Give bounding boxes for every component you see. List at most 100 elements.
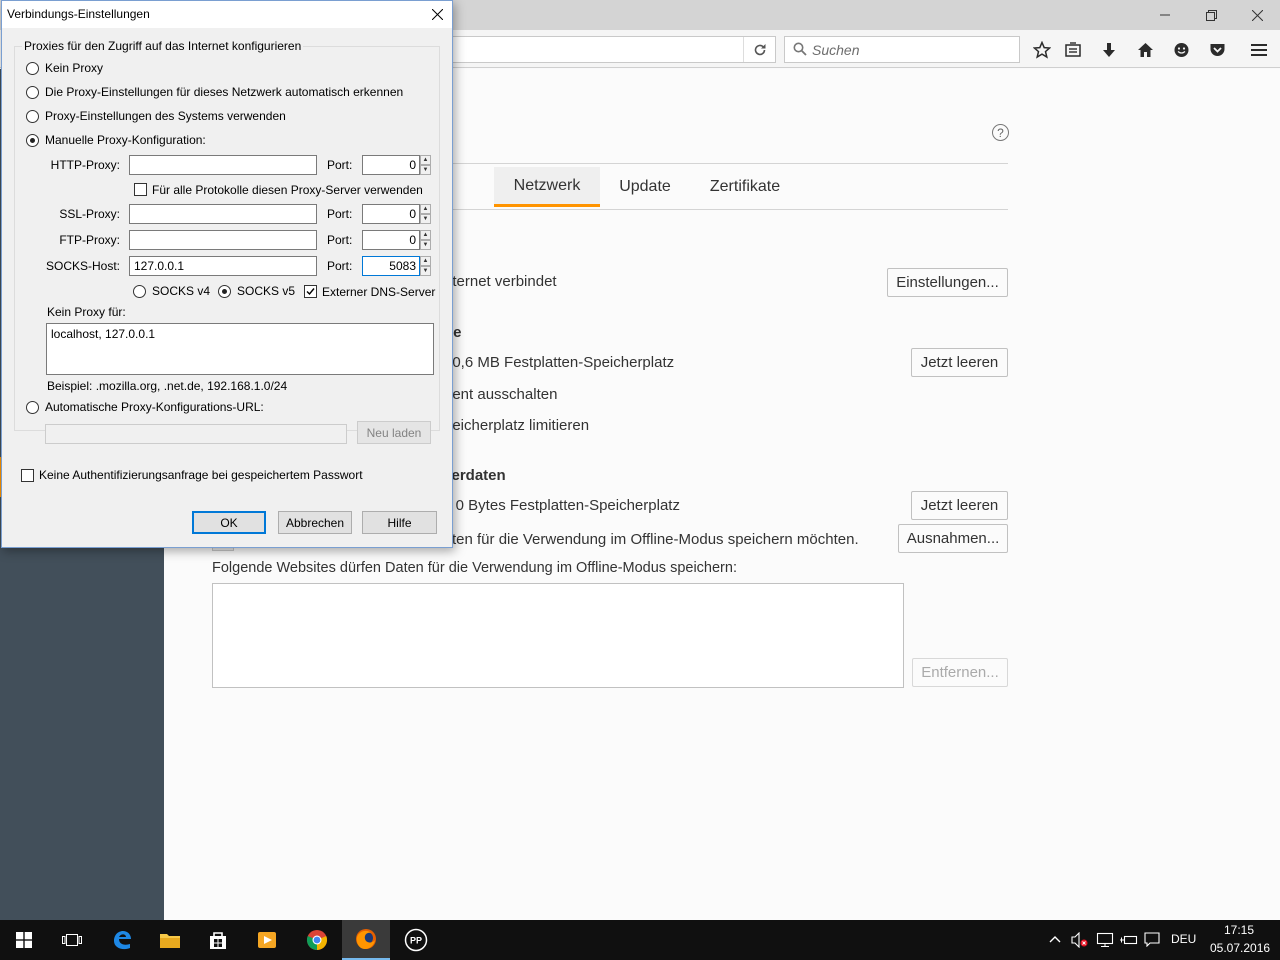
radio-manual-proxy-label: Manuelle Proxy-Konfiguration: xyxy=(45,133,206,147)
chrome-icon xyxy=(306,930,328,951)
remote-dns-label: Externer DNS-Server xyxy=(322,285,436,299)
clear-offline-button[interactable]: Jetzt leeren xyxy=(911,491,1008,520)
task-view-icon xyxy=(62,934,82,946)
dialog-titlebar: Verbindungs-Einstellungen xyxy=(2,1,452,28)
no-proxy-textarea[interactable]: localhost, 127.0.0.1 xyxy=(46,323,434,375)
ssl-proxy-label: SSL-Proxy: xyxy=(59,207,120,221)
clock-date[interactable]: 05.07.2016 xyxy=(1210,941,1270,955)
media-player-icon xyxy=(258,932,276,948)
ssl-port-spinner[interactable]: ▲ ▼ xyxy=(420,204,431,224)
radio-no-proxy[interactable] xyxy=(26,62,39,75)
proxy-group-label: Proxies für den Zugriff auf das Internet… xyxy=(22,39,304,53)
radio-manual-proxy[interactable] xyxy=(26,134,39,147)
restore-button[interactable] xyxy=(1188,0,1234,30)
radio-system-proxy-label: Proxy-Einstellungen des Systems verwende… xyxy=(45,109,286,123)
tab-certificates[interactable]: Zertifikate xyxy=(690,167,800,207)
ssl-port-label: Port: xyxy=(327,207,353,221)
tray-language[interactable]: DEU xyxy=(1171,932,1196,946)
offline-sites-list[interactable] xyxy=(212,583,904,688)
taskbar-store[interactable] xyxy=(194,920,242,960)
help-button[interactable]: Hilfe xyxy=(362,511,437,534)
clear-cache-button[interactable]: Jetzt leeren xyxy=(911,348,1008,377)
bookmark-star-button[interactable] xyxy=(1030,38,1054,62)
start-button[interactable] xyxy=(0,920,48,960)
taskbar-firefox[interactable] xyxy=(342,920,390,960)
bookmarks-menu-button[interactable] xyxy=(1061,38,1085,62)
hello-button[interactable] xyxy=(1169,38,1193,62)
reload-button[interactable] xyxy=(743,37,775,62)
store-bag-icon xyxy=(210,932,226,949)
svg-text:PP: PP xyxy=(410,936,422,946)
downloads-button[interactable] xyxy=(1097,38,1121,62)
cancel-button[interactable]: Abbrechen xyxy=(278,511,352,534)
window-close-button[interactable] xyxy=(1234,0,1280,30)
hamburger-menu-icon xyxy=(1251,44,1267,56)
clock-time[interactable]: 17:15 xyxy=(1224,923,1254,937)
volume-muted-icon xyxy=(1071,931,1088,949)
ftp-proxy-label: FTP-Proxy: xyxy=(59,233,120,247)
ok-button[interactable]: OK xyxy=(192,511,266,534)
ftp-port-label: Port: xyxy=(327,233,353,247)
http-proxy-label: HTTP-Proxy: xyxy=(50,158,120,172)
battery-plug-icon xyxy=(1120,935,1138,945)
radio-auto-url[interactable] xyxy=(26,401,39,414)
auto-url-input[interactable] xyxy=(45,424,347,444)
dialog-close-button[interactable] xyxy=(422,1,452,28)
offline-sites-label: Folgende Websites dürfen Daten für die V… xyxy=(212,560,737,576)
tab-label: Update xyxy=(619,178,671,195)
remote-dns-checkbox[interactable] xyxy=(304,285,317,298)
tray-network[interactable] xyxy=(1096,932,1114,951)
radio-socks-v5[interactable] xyxy=(218,285,231,298)
search-bar[interactable]: Suchen xyxy=(784,36,1020,63)
radio-auto-detect-label: Die Proxy-Einstellungen für dieses Netzw… xyxy=(45,85,404,99)
remove-site-button[interactable]: Entfernen... xyxy=(912,658,1008,687)
socks-port-input[interactable]: 5083 xyxy=(362,256,420,276)
no-proxy-label: Kein Proxy für: xyxy=(47,305,126,319)
http-port-input[interactable]: 0 xyxy=(362,155,420,175)
exceptions-button[interactable]: Ausnahmen... xyxy=(898,524,1008,553)
tray-notifications[interactable] xyxy=(1144,932,1160,950)
network-monitor-icon xyxy=(1096,932,1114,947)
socks-port-spinner[interactable]: ▲ ▼ xyxy=(420,256,431,276)
ftp-proxy-input[interactable] xyxy=(129,230,317,250)
radio-socks-v4[interactable] xyxy=(133,285,146,298)
tray-power[interactable] xyxy=(1120,932,1138,951)
socks-host-input[interactable]: 127.0.0.1 xyxy=(129,256,317,276)
reload-pac-button[interactable]: Neu laden xyxy=(357,421,431,444)
home-button[interactable] xyxy=(1133,38,1157,62)
radio-auto-url-label: Automatische Proxy-Konfigurations-URL: xyxy=(45,400,264,414)
ssl-port-input[interactable]: 0 xyxy=(362,204,420,224)
radio-system-proxy[interactable] xyxy=(26,110,39,123)
message-icon xyxy=(1144,932,1160,948)
task-view-button[interactable] xyxy=(48,920,96,960)
taskbar-chrome[interactable] xyxy=(293,920,341,960)
help-icon[interactable]: ? xyxy=(992,124,1009,141)
tab-network[interactable]: Netzwerk xyxy=(494,167,600,207)
taskbar-edge[interactable] xyxy=(98,920,146,960)
open-menu-button[interactable] xyxy=(1247,38,1271,62)
tab-update[interactable]: Update xyxy=(600,167,690,207)
pocket-button[interactable] xyxy=(1205,38,1229,62)
ssl-proxy-input[interactable] xyxy=(129,204,317,224)
tray-overflow-button[interactable] xyxy=(1049,932,1061,946)
all-protocols-checkbox[interactable] xyxy=(134,183,147,196)
taskbar-pp-app[interactable]: PP xyxy=(392,920,440,960)
connection-settings-button[interactable]: Einstellungen... xyxy=(887,268,1008,297)
connection-settings-dialog: Verbindungs-Einstellungen Proxies für de… xyxy=(1,0,453,548)
ftp-port-spinner[interactable]: ▲ ▼ xyxy=(420,230,431,250)
ftp-port-input[interactable]: 0 xyxy=(362,230,420,250)
close-icon xyxy=(431,9,443,20)
edge-icon xyxy=(114,931,131,950)
taskbar: PP DEU xyxy=(0,920,1280,960)
tray-volume[interactable] xyxy=(1071,931,1089,951)
no-proxy-example: Beispiel: .mozilla.org, .net.de, 192.168… xyxy=(47,379,288,393)
minimize-button[interactable] xyxy=(1142,0,1188,30)
http-proxy-input[interactable] xyxy=(129,155,317,175)
taskbar-file-explorer[interactable] xyxy=(146,920,194,960)
no-auth-prompt-label: Keine Authentifizierungsanfrage bei gesp… xyxy=(39,468,363,482)
taskbar-media-player[interactable] xyxy=(243,920,291,960)
no-auth-prompt-checkbox[interactable] xyxy=(21,469,34,482)
tab-label: Netzwerk xyxy=(513,176,581,194)
http-port-spinner[interactable]: ▲ ▼ xyxy=(420,155,431,175)
radio-auto-detect[interactable] xyxy=(26,86,39,99)
